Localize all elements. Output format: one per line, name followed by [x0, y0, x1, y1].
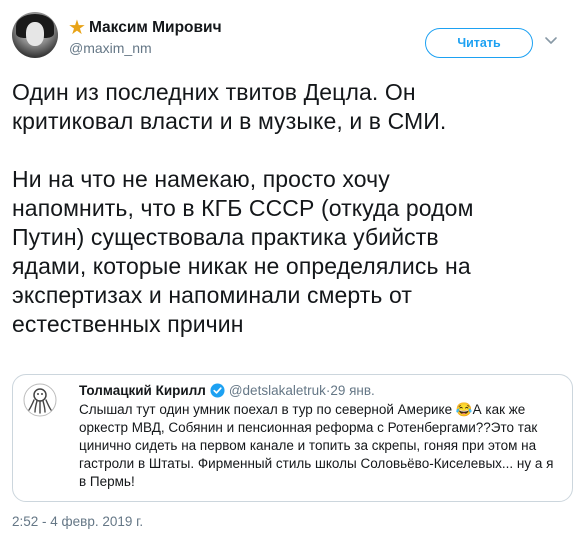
tweet-paragraph-2: Ни на что не намекаю, просто хочу напомн… [12, 166, 474, 337]
user-handle[interactable]: @maxim_nm [69, 40, 152, 56]
tweet-header: ★ Максим Мирович @maxim_nm Читать [12, 12, 565, 62]
quote-text: Слышал тут один умник поехал в тур по се… [79, 402, 554, 489]
quote-header: Толмацкий Кирилл @detslakaletruk · 29 ян… [79, 383, 375, 398]
tweet-timestamp[interactable]: 2:52 - 4 февр. 2019 г. [12, 514, 143, 529]
follow-button[interactable]: Читать [425, 28, 533, 58]
name-row: ★ Максим Мирович [68, 18, 222, 38]
chevron-down-icon[interactable] [543, 32, 559, 48]
quote-date[interactable]: 29 янв. [330, 383, 374, 398]
quote-avatar[interactable] [23, 383, 57, 417]
tweet-text: Один из последних твитов Децла. Он крити… [12, 78, 567, 339]
avatar[interactable] [12, 12, 58, 58]
quote-author-name[interactable]: Толмацкий Кирилл [79, 383, 206, 398]
tweet-paragraph-1: Один из последних твитов Децла. Он крити… [12, 79, 447, 134]
avatar-face [26, 22, 44, 46]
star-icon: ★ [68, 17, 86, 39]
display-name[interactable]: Максим Мирович [89, 19, 222, 37]
quote-author-handle[interactable]: @detslakaletruk [229, 383, 326, 398]
verified-icon [210, 383, 225, 398]
quoted-tweet-card[interactable]: Толмацкий Кирилл @detslakaletruk · 29 ян… [12, 374, 573, 502]
